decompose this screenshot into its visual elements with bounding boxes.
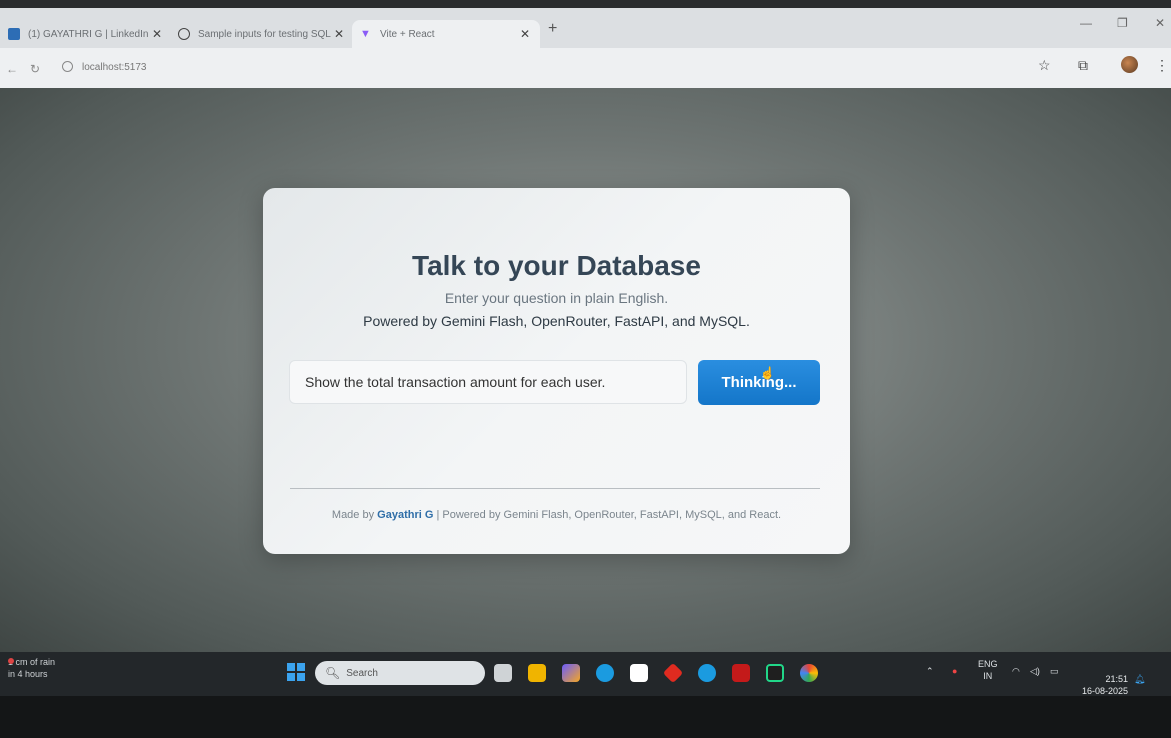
browser-chrome: (1) GAYATHRI G | LinkedIn ✕ Sample input… xyxy=(0,8,1171,88)
tab-label: Vite + React xyxy=(380,28,435,40)
vite-icon: ▼ xyxy=(360,28,371,40)
windows-start-icon[interactable] xyxy=(287,663,305,681)
help-icon[interactable] xyxy=(698,664,716,682)
close-icon[interactable]: ✕ xyxy=(152,27,162,41)
volume-icon[interactable]: ◁) xyxy=(1030,666,1040,677)
close-icon[interactable]: ✕ xyxy=(334,27,344,41)
copilot-icon[interactable] xyxy=(562,664,580,682)
store-icon[interactable] xyxy=(630,664,648,682)
tray-app-icon[interactable]: ● xyxy=(952,666,957,676)
chevron-up-icon[interactable]: ⌃ xyxy=(926,666,934,677)
hand-cursor-icon: ☝ xyxy=(760,366,775,380)
chrome-icon[interactable] xyxy=(800,664,818,682)
bookmark-star-icon[interactable]: ☆ xyxy=(1038,57,1051,74)
windows-taskbar: 1 cm of rain in 4 hours 🔍︎ Search ⌃ ● EN… xyxy=(0,652,1171,696)
mcafee-icon[interactable] xyxy=(732,664,750,682)
clock-time: 21:51 xyxy=(1105,674,1128,684)
page-viewport: Talk to your Database Enter your questio… xyxy=(0,88,1171,652)
main-card: Talk to your Database Enter your questio… xyxy=(263,188,850,554)
footer-suffix: | Powered by Gemini Flash, OpenRouter, F… xyxy=(433,509,782,521)
page-subtitle: Enter your question in plain English. xyxy=(444,290,669,306)
wifi-icon[interactable]: ◠ xyxy=(1012,666,1020,677)
address-bar: ← ↻ localhost:5173 ☆ ⧉ ⋮ xyxy=(0,48,1171,88)
tab-strip: (1) GAYATHRI G | LinkedIn ✕ Sample input… xyxy=(0,8,1171,48)
weather-line1: 1 cm of rain xyxy=(8,657,56,667)
tab-vite-react[interactable]: ▼ Vite + React ✕ xyxy=(352,20,540,48)
close-icon[interactable]: ✕ xyxy=(520,27,530,41)
site-info-icon[interactable] xyxy=(62,61,73,72)
footer-prefix: Made by xyxy=(331,509,378,521)
profile-avatar[interactable] xyxy=(1121,56,1138,73)
weather-widget[interactable]: 1 cm of rain in 4 hours xyxy=(8,656,55,680)
file-explorer-icon[interactable] xyxy=(528,664,546,682)
chatgpt-icon xyxy=(178,28,190,40)
search-placeholder: Search xyxy=(346,667,378,679)
edge-icon[interactable] xyxy=(596,664,614,682)
weather-line2: in 4 hours xyxy=(8,669,48,679)
reload-icon[interactable]: ↻ xyxy=(30,62,40,76)
language-indicator[interactable]: ENG IN xyxy=(978,658,998,682)
question-input[interactable] xyxy=(289,360,687,404)
red-diamond-app-icon[interactable] xyxy=(662,662,684,684)
page-title: Talk to your Database xyxy=(412,250,701,281)
rain-icon xyxy=(8,658,14,664)
divider xyxy=(290,488,820,489)
back-icon[interactable]: ← xyxy=(6,62,18,76)
powered-by-text: Powered by Gemini Flash, OpenRouter, Fas… xyxy=(363,313,750,329)
lang-region: IN xyxy=(983,671,993,681)
system-clock[interactable]: 21:51 16-08-2025 xyxy=(1074,673,1128,697)
menu-kebab-icon[interactable]: ⋮ xyxy=(1155,57,1169,74)
url-field[interactable]: localhost:5173 xyxy=(82,62,147,73)
notification-bell-icon[interactable]: 🔔︎ xyxy=(1134,674,1145,685)
monitor-bezel-bottom xyxy=(0,696,1171,738)
tab-label: (1) GAYATHRI G | LinkedIn xyxy=(28,28,149,40)
tab-sample-inputs[interactable]: Sample inputs for testing SQL ✕ xyxy=(170,20,350,48)
new-tab-button[interactable]: + xyxy=(548,20,557,38)
submit-button[interactable]: Thinking... xyxy=(698,360,820,405)
taskbar-search[interactable]: 🔍︎ Search xyxy=(315,661,485,685)
search-icon: 🔍︎ xyxy=(325,666,341,680)
minimize-icon[interactable]: — xyxy=(1080,16,1092,30)
tab-label: Sample inputs for testing SQL xyxy=(198,28,331,40)
close-window-icon[interactable]: ✕ xyxy=(1155,16,1165,30)
battery-icon[interactable]: ▭ xyxy=(1050,666,1059,677)
restore-icon[interactable]: ❐ xyxy=(1117,16,1128,30)
footer: Made by Gayathri G | Powered by Gemini F… xyxy=(263,509,850,521)
task-view-icon[interactable] xyxy=(494,664,512,682)
pycharm-icon[interactable] xyxy=(766,664,784,682)
extensions-icon[interactable]: ⧉ xyxy=(1078,57,1088,74)
linkedin-icon xyxy=(8,28,20,40)
lang-code: ENG xyxy=(978,659,998,669)
tab-linkedin[interactable]: (1) GAYATHRI G | LinkedIn ✕ xyxy=(0,20,168,48)
author-link[interactable]: Gayathri G xyxy=(377,509,433,521)
